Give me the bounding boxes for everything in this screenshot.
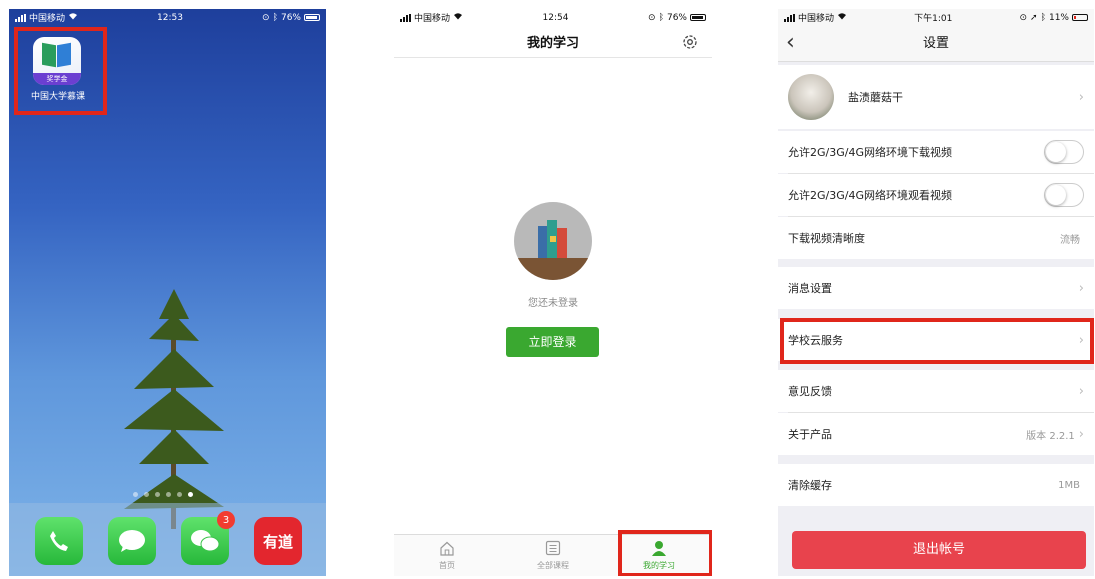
settings-screen: 中国移动 下午1:01 ⊙ ➚ ᛒ 11% ‹ 设置 盐渍蘑菇干 › 允许2G/… <box>778 9 1094 576</box>
carrier-label: 中国移动 <box>29 14 66 24</box>
status-time: 12:54 <box>542 12 569 23</box>
feedback-label: 意见反馈 <box>788 385 832 398</box>
home-icon <box>439 541 455 558</box>
page-title: 设置 <box>922 36 949 51</box>
login-button[interactable]: 立即登录 <box>506 327 599 357</box>
not-logged-in-hint: 您还未登录 <box>528 298 578 309</box>
status-bar: 中国移动 12:54 ⊙ ᛒ 76% <box>394 9 712 26</box>
alarm-icon: ⊙ <box>1019 12 1028 23</box>
page-indicator <box>133 492 193 497</box>
video-quality-value: 流畅 <box>1060 234 1080 246</box>
battery-icon <box>303 14 320 21</box>
logout-button[interactable]: 退出帐号 <box>792 531 1086 569</box>
messages-app-icon[interactable] <box>108 517 156 565</box>
page-title: 我的学习 <box>394 30 712 58</box>
status-time: 下午1:01 <box>914 14 953 24</box>
youdao-app-icon[interactable]: 有道 <box>254 517 302 565</box>
signal-icon <box>15 13 26 22</box>
settings-gear-icon[interactable] <box>682 34 698 54</box>
alarm-icon: ⊙ <box>648 12 656 23</box>
feedback-row[interactable]: 意见反馈 › <box>778 370 1094 412</box>
carrier-label: 中国移动 <box>798 14 835 24</box>
status-time: 12:53 <box>157 12 183 23</box>
wifi-icon <box>68 12 78 23</box>
tab-all-courses-label: 全部课程 <box>537 561 569 570</box>
wifi-icon <box>453 12 463 23</box>
status-bar: 中国移动 12:53 ⊙ ᛒ 76% <box>9 9 326 26</box>
username: 盐渍蘑菇干 <box>848 91 903 104</box>
allow-download-row: 允许2G/3G/4G网络环境下载视频 <box>778 131 1094 173</box>
allow-download-toggle[interactable] <box>1044 140 1084 164</box>
battery-icon <box>1072 14 1088 21</box>
about-label: 关于产品 <box>788 428 832 441</box>
signal-icon <box>400 13 411 22</box>
video-quality-label: 下载视频清晰度 <box>788 232 865 245</box>
status-bar: 中国移动 下午1:01 ⊙ ➚ ᛒ 11% <box>778 9 1094 26</box>
my-study-screen: 中国移动 12:54 ⊙ ᛒ 76% 我的学习 您还未登录 立即登录 首页 全部… <box>394 9 712 576</box>
profile-row[interactable]: 盐渍蘑菇干 › <box>778 65 1094 129</box>
highlight-box-app <box>14 27 107 115</box>
alarm-icon: ⊙ <box>262 12 270 23</box>
cache-size-value: 1MB <box>1058 479 1080 491</box>
carrier-label: 中国移动 <box>414 14 451 24</box>
battery-percent: 76% <box>666 12 687 23</box>
list-icon <box>545 540 561 558</box>
nav-bar: ‹ 设置 <box>778 26 1094 62</box>
tab-home-label: 首页 <box>439 560 455 570</box>
wechat-badge: 3 <box>217 511 235 529</box>
tab-home[interactable]: 首页 <box>394 535 500 576</box>
location-icon: ➚ <box>1030 12 1038 23</box>
chevron-right-icon: › <box>1078 89 1084 105</box>
tab-all-courses[interactable]: 全部课程 <box>500 535 606 576</box>
battery-percent: 11% <box>1048 12 1069 23</box>
phone-app-icon[interactable] <box>35 517 83 565</box>
chevron-right-icon: › <box>1078 383 1084 399</box>
clear-cache-row[interactable]: 清除缓存 1MB <box>778 464 1094 506</box>
youdao-label: 有道 <box>262 532 293 551</box>
highlight-box-my-study-tab <box>618 530 712 576</box>
chevron-right-icon: › <box>1078 280 1084 296</box>
allow-watch-row: 允许2G/3G/4G网络环境观看视频 <box>778 174 1094 216</box>
bluetooth-icon: ᛒ <box>1040 12 1046 23</box>
message-settings-row[interactable]: 消息设置 › <box>778 267 1094 309</box>
battery-percent: 76% <box>280 12 301 23</box>
wechat-app-icon[interactable]: 3 <box>181 511 235 565</box>
version-value: 版本 2.2.1 <box>1026 430 1075 442</box>
bluetooth-icon: ᛒ <box>272 12 278 23</box>
home-screen: 中国移动 12:53 ⊙ ᛒ 76% 奖学金 中国大学慕课 3 有道 <box>9 9 326 576</box>
bookshelf-illustration <box>514 202 592 280</box>
chevron-right-icon: › <box>1078 426 1084 442</box>
battery-icon <box>689 14 706 21</box>
allow-watch-toggle[interactable] <box>1044 183 1084 207</box>
avatar <box>788 74 834 120</box>
clear-cache-label: 清除缓存 <box>788 479 832 492</box>
allow-download-label: 允许2G/3G/4G网络环境下载视频 <box>788 146 952 159</box>
wifi-icon <box>837 12 847 23</box>
bluetooth-icon: ᛒ <box>658 12 664 23</box>
allow-watch-label: 允许2G/3G/4G网络环境观看视频 <box>788 189 952 202</box>
video-quality-row[interactable]: 下载视频清晰度 流畅 <box>778 217 1094 259</box>
signal-icon <box>784 13 795 22</box>
message-settings-label: 消息设置 <box>788 282 832 295</box>
highlight-box-school-cloud <box>780 318 1094 364</box>
about-row[interactable]: 关于产品 版本 2.2.1 › <box>778 413 1094 455</box>
